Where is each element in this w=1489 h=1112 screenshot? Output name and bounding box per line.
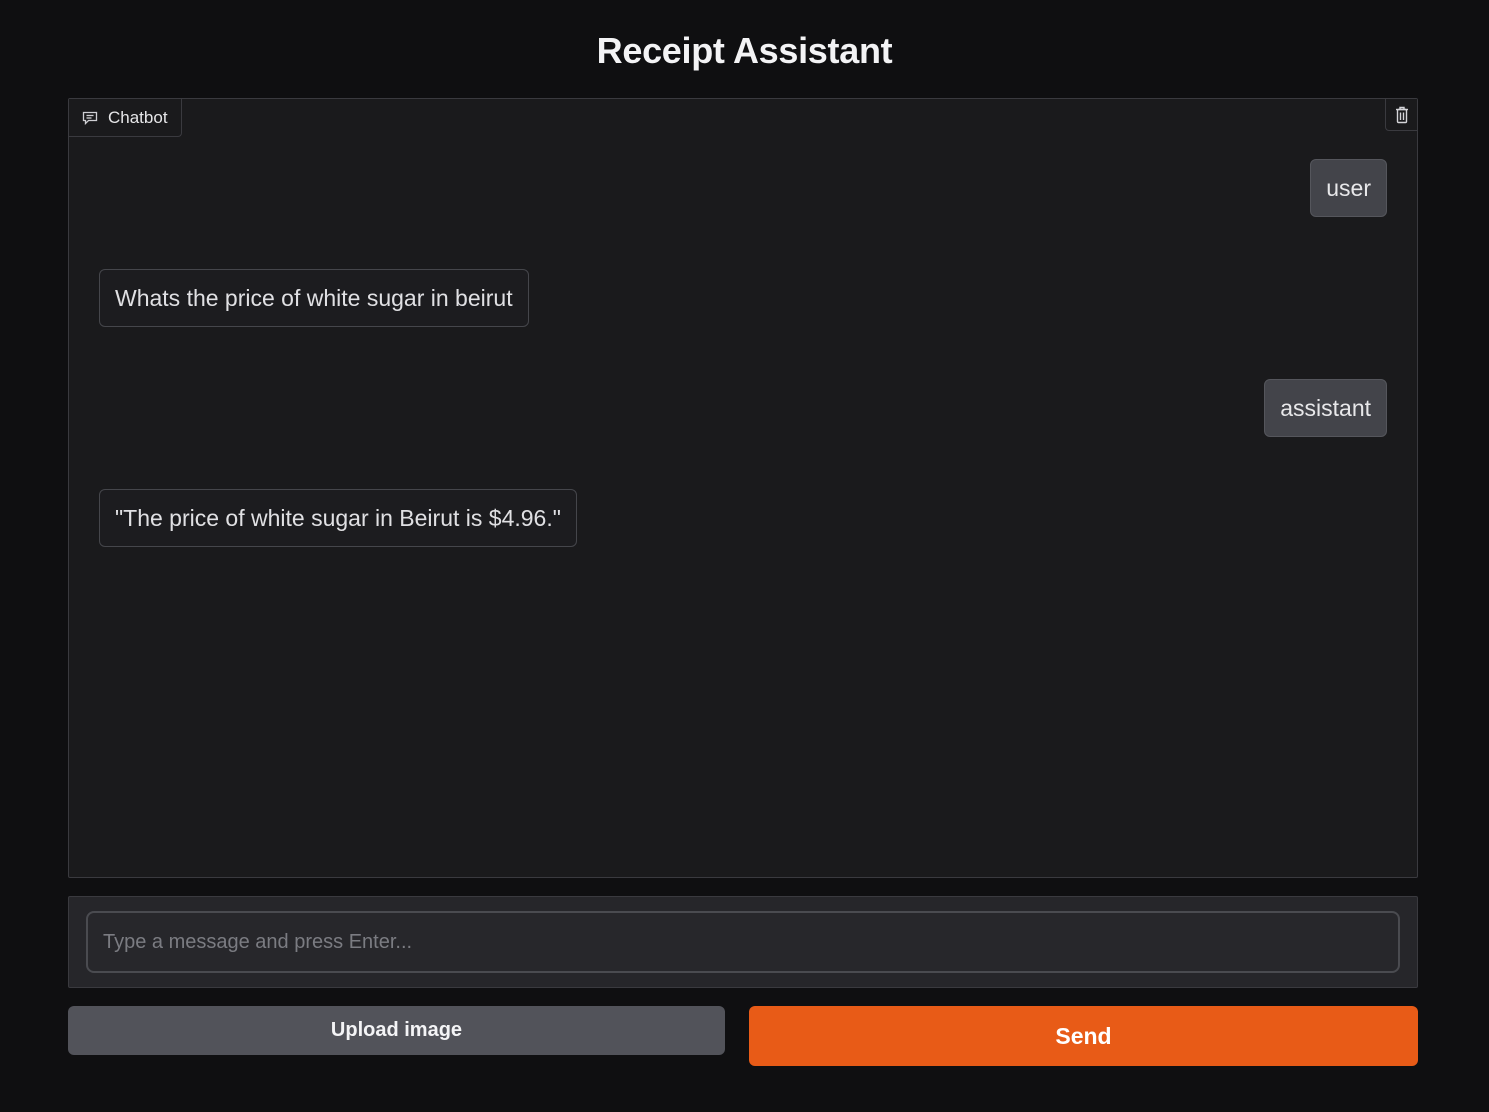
message-bubble-left: "The price of white sugar in Beirut is $… — [99, 489, 577, 547]
trash-icon — [1395, 106, 1409, 124]
message-bubble-left: Whats the price of white sugar in beirut — [99, 269, 529, 327]
upload-image-button[interactable]: Upload image — [68, 1006, 725, 1055]
message-bubble-right: assistant — [1264, 379, 1387, 437]
composer-panel — [68, 896, 1418, 988]
message-input[interactable] — [86, 911, 1400, 973]
chatbot-label-text: Chatbot — [108, 107, 168, 127]
chat-bubble-icon — [82, 111, 98, 125]
chatbot-label: Chatbot — [69, 99, 182, 137]
send-button[interactable]: Send — [749, 1006, 1418, 1066]
clear-chat-button[interactable] — [1385, 99, 1417, 131]
chatbot-panel: Chatbot user Whats the price of white su… — [68, 98, 1418, 878]
message-bubble-right: user — [1310, 159, 1387, 217]
page-title: Receipt Assistant — [596, 30, 893, 71]
